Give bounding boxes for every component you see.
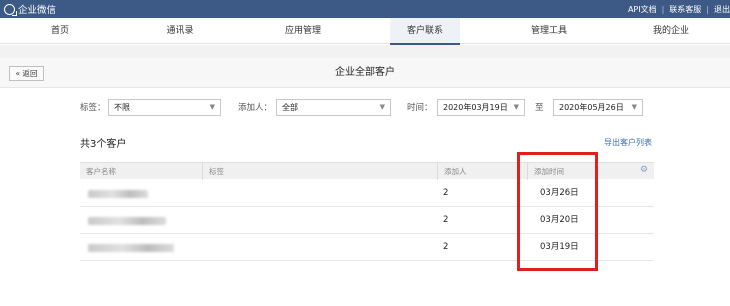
adder-cell: 2	[443, 242, 449, 252]
column-header-tags: 标签	[202, 163, 437, 180]
time-to-label: 至	[535, 103, 544, 113]
column-header-adder: 添加人	[437, 163, 527, 180]
back-button[interactable]: « 返回	[9, 66, 44, 81]
adder-cell: 2	[443, 215, 449, 225]
api-docs-link[interactable]: API文档	[628, 4, 657, 15]
tag-filter-label: 标签：	[80, 103, 106, 113]
nav-customer-contact[interactable]: 客户联系	[390, 18, 460, 45]
separator: |	[706, 4, 709, 14]
adder-filter-label: 添加人：	[238, 103, 273, 113]
redacted-customer-name	[88, 244, 174, 252]
wecom-logo-icon	[4, 3, 17, 16]
tag-select-value: 不限	[114, 103, 130, 112]
nav-home[interactable]: 首页	[25, 18, 95, 44]
time-from-select[interactable]: 2020年03月19日 ▼	[437, 99, 525, 116]
time-from-value: 2020年03月19日	[443, 103, 508, 112]
customer-count: 共3个客户	[80, 139, 127, 150]
time-filter-label: 时间：	[407, 103, 433, 113]
adder-select[interactable]: 全部 ▼	[276, 99, 391, 116]
time-to-value: 2020年05月26日	[559, 103, 624, 112]
time-to-select[interactable]: 2020年05月26日 ▼	[553, 99, 643, 116]
support-link[interactable]: 联系客服	[669, 4, 701, 15]
app-logo[interactable]: 企业微信	[4, 2, 56, 16]
page-title: 企业全部客户	[335, 67, 395, 78]
chevron-down-icon: ▼	[513, 103, 519, 111]
export-customer-list-link[interactable]: 导出客户列表	[604, 137, 652, 148]
chevron-down-icon: ▼	[631, 103, 637, 111]
top-bar: 企业微信 API文档 | 联系客服 | 退出	[0, 0, 730, 18]
column-header-name: 客户名称	[86, 167, 116, 176]
app-title: 企业微信	[18, 5, 57, 16]
nav-contacts[interactable]: 通讯录	[145, 18, 215, 44]
adder-select-value: 全部	[282, 103, 298, 112]
nav-app-management[interactable]: 应用管理	[268, 18, 338, 44]
redacted-customer-name	[88, 217, 166, 225]
nav-management-tools[interactable]: 管理工具	[514, 18, 584, 44]
annotation-highlight-box	[517, 152, 598, 271]
top-links: API文档 | 联系客服 | 退出	[628, 0, 730, 18]
separator: |	[661, 4, 665, 14]
gear-icon[interactable]: ⚙	[634, 162, 654, 179]
chevron-down-icon: ▼	[209, 103, 215, 111]
tag-select[interactable]: 不限 ▼	[108, 99, 221, 116]
redacted-customer-name	[88, 190, 148, 198]
main-nav: 首页 通讯录 应用管理 客户联系 管理工具 我的企业	[0, 18, 730, 45]
adder-cell: 2	[443, 188, 449, 198]
logout-link[interactable]: 退出	[714, 4, 730, 15]
chevron-down-icon: ▼	[379, 103, 385, 111]
nav-my-enterprise[interactable]: 我的企业	[636, 18, 706, 44]
